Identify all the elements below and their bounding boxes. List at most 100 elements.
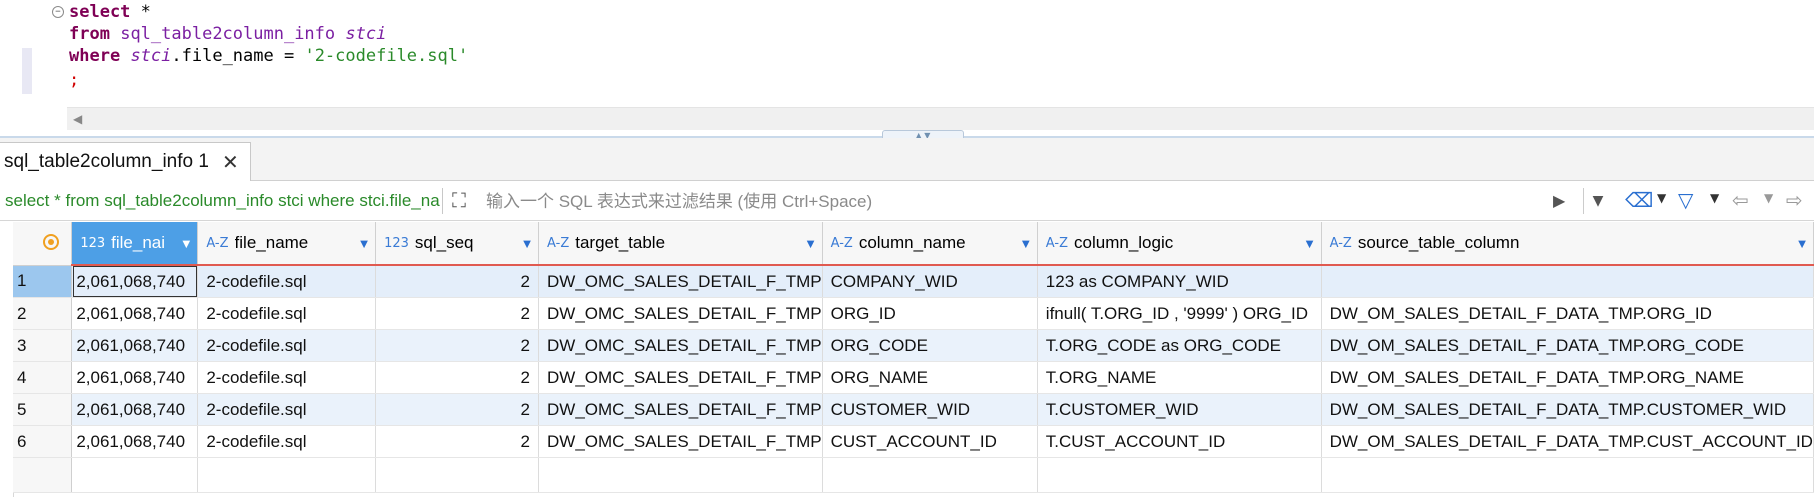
table-cell[interactable]: DW_OM_SALES_DETAIL_F_DATA_TMP.ORG_ID [1321, 297, 1814, 330]
table-row[interactable]: 3 2,061,068,740 2-codefile.sql 2 DW_OMC_SALE… [13, 329, 1814, 362]
table-cell[interactable]: 2 [375, 425, 540, 458]
table-cell[interactable]: DW_OM_SALES_DETAIL_F_DATA_TMP.CUSTOMER_W… [1321, 393, 1814, 426]
table-cell[interactable]: COMPANY_WID [822, 265, 1038, 298]
sort-dropdown-icon[interactable]: ▼ [516, 236, 538, 251]
column-header-7[interactable]: A-Z source_table_column ▼ [1321, 222, 1814, 266]
table-cell[interactable]: CUSTOMER_WID [822, 393, 1038, 426]
table-cell[interactable]: ifnull( T.ORG_ID , '9999' ) ORG_ID [1037, 297, 1322, 330]
column-header-2[interactable]: A-Z file_name ▼ [197, 222, 377, 266]
column-header-5[interactable]: A-Z column_name ▼ [822, 222, 1038, 266]
close-icon[interactable]: ✕ [222, 150, 239, 174]
code-line[interactable]: ; [69, 69, 79, 91]
table-cell[interactable]: T.CUSTOMER_WID [1037, 393, 1322, 426]
tab-label: sql_table2column_info 1 [4, 151, 209, 172]
sort-dropdown-icon[interactable]: ▼ [353, 236, 375, 251]
row-number[interactable]: 5 [13, 393, 73, 426]
table-cell[interactable]: 2 [375, 265, 540, 298]
code-line[interactable]: from sql_table2column_info stci [69, 23, 386, 45]
table-cell[interactable]: DW_OMC_SALES_DETAIL_F_TMP [538, 297, 823, 330]
table-cell[interactable]: CUST_ACCOUNT_ID [822, 425, 1038, 458]
code-token: * [130, 2, 151, 22]
sort-dropdown-icon[interactable]: ▼ [175, 236, 196, 251]
table-cell[interactable]: ORG_CODE [822, 329, 1038, 362]
table-cell[interactable]: 2,061,068,740 [71, 265, 199, 298]
table-cell[interactable]: 2,061,068,740 [71, 297, 199, 330]
table-cell[interactable]: T.ORG_CODE as ORG_CODE [1037, 329, 1322, 362]
chevron-down-icon[interactable]: ▼ [1710, 191, 1719, 205]
table-cell[interactable]: 2-codefile.sql [197, 393, 377, 426]
sort-dropdown-icon[interactable]: ▼ [1299, 236, 1321, 251]
table-cell[interactable]: DW_OMC_SALES_DETAIL_F_TMP [538, 361, 823, 394]
table-cell[interactable]: DW_OM_SALES_DETAIL_F_DATA_TMP.ORG_NAME [1321, 361, 1814, 394]
table-row[interactable]: 1 2,061,068,740 2-codefile.sql 2 DW_OMC_SALE… [13, 265, 1814, 298]
code-line[interactable]: where stci.file_name = '2-codefile.sql' [69, 45, 468, 67]
column-title: file_name [234, 233, 309, 252]
sort-dropdown-icon[interactable]: ▼ [1791, 236, 1812, 251]
table-cell[interactable]: DW_OMC_SALES_DETAIL_F_TMP [538, 329, 823, 362]
code-token: .file_name = [171, 46, 305, 66]
table-cell[interactable]: 2-codefile.sql [197, 329, 377, 362]
tab-result-1[interactable]: sql_table2column_info 1 ✕ [0, 142, 251, 181]
filter-input[interactable] [484, 187, 1553, 217]
fold-collapse-icon[interactable]: − [52, 6, 64, 18]
eraser-icon[interactable]: ⌫ [1625, 189, 1653, 211]
column-header-4[interactable]: A-Z target_table ▼ [538, 222, 823, 266]
table-cell[interactable]: 2 [375, 297, 540, 330]
row-number[interactable]: 1 [13, 265, 73, 298]
table-cell[interactable]: T.ORG_NAME [1037, 361, 1322, 394]
row-number[interactable]: 3 [13, 329, 73, 362]
table-cell[interactable]: 123 as COMPANY_WID [1037, 265, 1322, 298]
table-cell[interactable]: 2-codefile.sql [197, 361, 377, 394]
table-row[interactable]: 4 2,061,068,740 2-codefile.sql 2 DW_OMC_SALE… [13, 361, 1814, 394]
apply-filter-icon[interactable]: ▶ [1553, 191, 1565, 210]
sql-editor[interactable]: − select * from sql_table2column_info stc… [0, 0, 1814, 135]
code-line[interactable]: select * [69, 1, 151, 23]
table-cell[interactable]: DW_OM_SALES_DETAIL_F_DATA_TMP.CUST_ACCOU… [1321, 425, 1814, 458]
filter-history-dropdown[interactable]: ▼ [1583, 188, 1612, 214]
scroll-left-icon[interactable]: ◀ [73, 112, 82, 126]
row-number[interactable]: 4 [13, 361, 73, 394]
table-cell[interactable]: 2,061,068,740 [71, 329, 199, 362]
column-header-1[interactable]: 123 file_nai ▼ [71, 222, 199, 266]
table-cell[interactable]: 2-codefile.sql [197, 297, 377, 330]
back-icon[interactable]: ⇦ [1732, 189, 1749, 211]
active-query-text[interactable]: select * from sql_table2column_info stci… [5, 191, 440, 211]
row-number[interactable]: 2 [13, 297, 73, 330]
text-type-icon: A-Z [1045, 235, 1069, 251]
table-cell[interactable]: 2,061,068,740 [71, 361, 199, 394]
row-number[interactable]: 6 [13, 425, 73, 458]
chevron-down-icon[interactable]: ▼ [1657, 191, 1666, 205]
table-cell[interactable]: DW_OMC_SALES_DETAIL_F_TMP [538, 425, 823, 458]
table-row[interactable]: 2 2,061,068,740 2-codefile.sql 2 DW_OMC_SALE… [13, 297, 1814, 330]
editor-horizontal-scrollbar[interactable]: ◀ [67, 107, 1814, 130]
table-cell[interactable]: 2-codefile.sql [197, 265, 377, 298]
column-header-6[interactable]: A-Z column_logic ▼ [1037, 222, 1322, 266]
table-cell[interactable]: 2 [375, 393, 540, 426]
table-cell[interactable]: 2 [375, 361, 540, 394]
table-cell[interactable]: DW_OMC_SALES_DETAIL_F_TMP [538, 265, 823, 298]
sort-dropdown-icon[interactable]: ▼ [1015, 236, 1036, 251]
table-cell[interactable]: T.CUST_ACCOUNT_ID [1037, 425, 1322, 458]
table-cell[interactable]: 2,061,068,740 [71, 393, 199, 426]
numeric-type-icon: 123 [384, 235, 409, 251]
table-row[interactable]: 6 2,061,068,740 2-codefile.sql 2 DW_OMC_SALE… [13, 425, 1814, 458]
table-cell[interactable]: ORG_ID [822, 297, 1038, 330]
table-cell[interactable]: DW_OMC_SALES_DETAIL_F_TMP [538, 393, 823, 426]
chevron-down-icon[interactable]: ▼ [1764, 191, 1773, 205]
results-grid[interactable]: 123 file_nai ▼ A-Z file_name ▼ 123 sql_s… [13, 222, 1814, 493]
table-cell[interactable]: ORG_NAME [822, 361, 1038, 394]
table-cell[interactable]: 2-codefile.sql [197, 425, 377, 458]
table-row[interactable]: 5 2,061,068,740 2-codefile.sql 2 DW_OMC_SALE… [13, 393, 1814, 426]
table-cell[interactable]: 2 [375, 329, 540, 362]
empty-row [13, 457, 1814, 493]
column-header-3[interactable]: 123 sql_seq ▼ [375, 222, 540, 266]
table-cell[interactable]: 2,061,068,740 [71, 425, 199, 458]
select-all-corner[interactable] [13, 222, 73, 266]
table-cell[interactable]: DW_OM_SALES_DETAIL_F_DATA_TMP.ORG_CODE [1321, 329, 1814, 362]
sort-dropdown-icon[interactable]: ▼ [800, 236, 822, 251]
filter-icon[interactable]: ▽ [1678, 189, 1693, 211]
table-cell[interactable] [1321, 265, 1814, 298]
expand-icon[interactable]: ⛶ [452, 190, 466, 210]
filter-bar: select * from sql_table2column_info stci… [0, 182, 1814, 221]
forward-icon[interactable]: ⇨ [1786, 189, 1803, 211]
